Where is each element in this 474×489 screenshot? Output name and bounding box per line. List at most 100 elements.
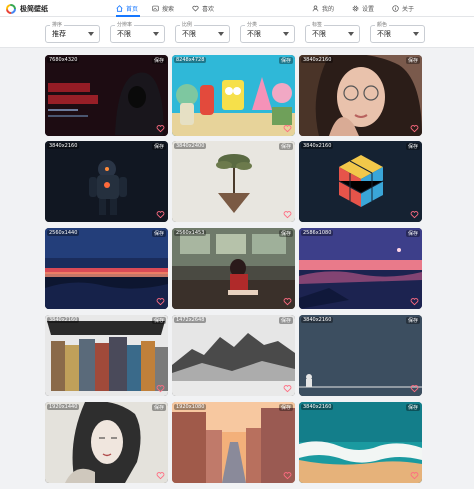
save-button[interactable]: 保存 (405, 57, 420, 64)
filter-color-label: 颜色 (375, 21, 390, 28)
save-button[interactable]: 保存 (151, 143, 166, 150)
app-brand[interactable]: 极简壁纸 (6, 2, 48, 15)
nav-mine[interactable]: 我的 (312, 0, 336, 17)
nav-settings[interactable]: 设置 (352, 0, 378, 17)
filter-sort-value: 推荐 (52, 30, 66, 38)
wallpaper-image (45, 141, 168, 222)
filter-ratio-label: 比例 (180, 21, 195, 28)
wallpaper-card[interactable]: 1920x1080 保存 (172, 402, 295, 483)
resolution-badge: 1920x1440 (47, 404, 80, 410)
wallpaper-image (299, 55, 422, 136)
heart-icon[interactable] (283, 297, 292, 306)
save-button[interactable]: 保存 (278, 57, 293, 64)
heart-icon[interactable] (156, 124, 165, 133)
filter-sort-select[interactable]: 排序 推荐 (45, 21, 100, 43)
heart-icon[interactable] (283, 210, 292, 219)
wallpaper-card[interactable]: 3840x2160 保存 (299, 55, 422, 136)
wallpaper-card[interactable]: 1472x2648 保存 (172, 315, 295, 396)
save-button[interactable]: 保存 (278, 317, 293, 324)
filter-ratio-value: 不限 (182, 30, 196, 38)
heart-icon[interactable] (156, 471, 165, 480)
resolution-badge: 2560x1453 (174, 230, 207, 236)
heart-icon[interactable] (156, 210, 165, 219)
filter-tag-select[interactable]: 标签 不限 (305, 21, 360, 43)
wallpaper-image (172, 315, 295, 396)
nav-search[interactable]: 搜索 (152, 0, 178, 17)
wallpaper-image (299, 315, 422, 396)
chevron-down-icon (88, 32, 94, 36)
filter-category-value: 不限 (247, 30, 261, 38)
wallpaper-card[interactable]: 3840x2160 保存 (45, 141, 168, 222)
wallpaper-card[interactable]: 2560x1440 保存 (45, 228, 168, 309)
resolution-badge: 3840x2160 (301, 57, 334, 63)
wallpaper-image (299, 228, 422, 309)
filter-resolution-value: 不限 (117, 30, 131, 38)
nav-about-label: 关于 (402, 6, 415, 13)
wallpaper-image (45, 315, 168, 396)
resolution-badge: 7680x4320 (47, 57, 80, 63)
heart-icon[interactable] (410, 471, 419, 480)
heart-icon[interactable] (410, 297, 419, 306)
heart-icon[interactable] (283, 384, 292, 393)
save-button[interactable]: 保存 (151, 404, 166, 411)
wallpaper-card[interactable]: 2560x1453 保存 (172, 228, 295, 309)
filter-category-select[interactable]: 分类 不限 (240, 21, 295, 43)
save-button[interactable]: 保存 (151, 57, 166, 64)
save-button[interactable]: 保存 (405, 143, 420, 150)
heart-icon[interactable] (410, 210, 419, 219)
resolution-badge: 3840x2160 (47, 317, 80, 323)
filter-ratio-select[interactable]: 比例 不限 (175, 21, 230, 43)
filter-resolution-select[interactable]: 分辨率 不限 (110, 21, 165, 43)
wallpaper-card[interactable]: 3840x2160 保存 (299, 315, 422, 396)
heart-outline-icon (192, 5, 199, 12)
resolution-badge: 3840x2160 (47, 143, 80, 149)
save-button[interactable]: 保存 (278, 404, 293, 411)
wallpaper-card[interactable]: 3840x2160 保存 (299, 402, 422, 483)
heart-icon[interactable] (283, 124, 292, 133)
nav-favorites[interactable]: 喜欢 (192, 0, 218, 17)
chevron-down-icon (283, 32, 289, 36)
wallpaper-card[interactable]: 1920x1440 保存 (45, 402, 168, 483)
nav-settings-label: 设置 (362, 6, 375, 13)
wallpaper-image (45, 402, 168, 483)
wallpaper-image (172, 55, 295, 136)
wallpaper-card[interactable]: 3840x2160 保存 (299, 141, 422, 222)
top-navigation-bar: 极简壁纸 首页 搜索 喜欢 我的 设置 关于 (0, 0, 474, 17)
resolution-badge: 2560x1440 (47, 230, 80, 236)
heart-icon[interactable] (156, 297, 165, 306)
wallpaper-card[interactable]: 3840x2160 保存 (45, 315, 168, 396)
filter-tag-value: 不限 (312, 30, 326, 38)
image-search-icon (152, 5, 159, 12)
save-button[interactable]: 保存 (278, 230, 293, 237)
nav-about[interactable]: 关于 (392, 0, 418, 17)
heart-icon[interactable] (283, 471, 292, 480)
home-icon (116, 5, 123, 12)
nav-mine-label: 我的 (322, 6, 335, 13)
wallpaper-image (299, 141, 422, 222)
filter-sort-label: 排序 (50, 21, 65, 28)
wallpaper-image (299, 402, 422, 483)
heart-icon[interactable] (156, 384, 165, 393)
filter-color-select[interactable]: 颜色 不限 (370, 21, 425, 43)
wallpaper-card[interactable]: 3840x2400 保存 (172, 141, 295, 222)
nav-home[interactable]: 首页 (116, 0, 140, 17)
wallpaper-card[interactable]: 2586x1080 保存 (299, 228, 422, 309)
save-button[interactable]: 保存 (151, 230, 166, 237)
save-button[interactable]: 保存 (405, 404, 420, 411)
wallpaper-card[interactable]: 7680x4320 保存 (45, 55, 168, 136)
wallpaper-card[interactable]: 8248x4728 保存 (172, 55, 295, 136)
resolution-badge: 2586x1080 (301, 230, 334, 236)
resolution-badge: 1472x2648 (174, 317, 207, 323)
chevron-down-icon (413, 32, 419, 36)
heart-icon[interactable] (410, 124, 419, 133)
save-button[interactable]: 保存 (405, 230, 420, 237)
resolution-badge: 3840x2160 (301, 404, 334, 410)
save-button[interactable]: 保存 (151, 317, 166, 324)
resolution-badge: 3840x2160 (301, 317, 334, 323)
heart-icon[interactable] (410, 384, 419, 393)
save-button[interactable]: 保存 (405, 317, 420, 324)
save-button[interactable]: 保存 (278, 143, 293, 150)
nav-favorites-label: 喜欢 (202, 6, 215, 13)
resolution-badge: 3840x2160 (301, 143, 334, 149)
filter-resolution-label: 分辨率 (115, 21, 135, 28)
